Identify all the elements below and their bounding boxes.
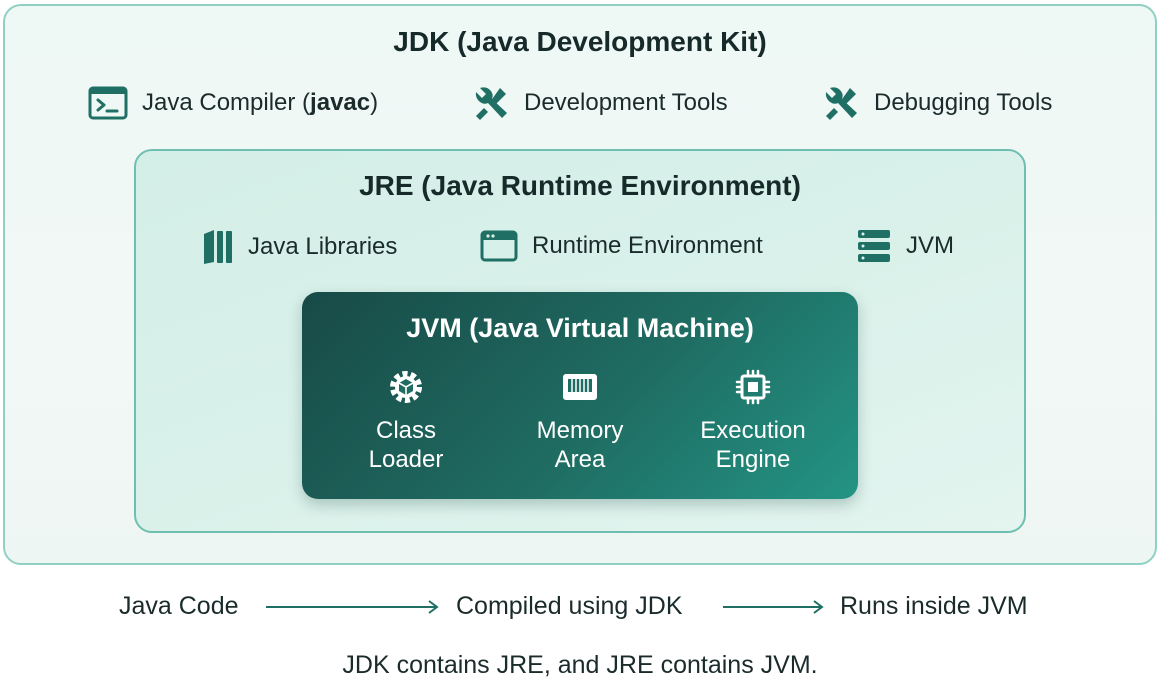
jvm-component-line1: Execution bbox=[700, 417, 806, 444]
jre-title: JRE (Java Runtime Environment) bbox=[359, 170, 801, 201]
books-icon bbox=[200, 228, 234, 266]
flow-step-compiled: Compiled using JDK bbox=[456, 592, 683, 620]
jre-item-label: Runtime Environment bbox=[532, 232, 763, 259]
jvm-component-line2: Engine bbox=[715, 446, 791, 473]
jre-item-label: JVM bbox=[906, 232, 954, 259]
chip-icon bbox=[734, 368, 772, 406]
jre-item-runtime-environment: Runtime Environment bbox=[480, 230, 763, 262]
jdk-item-label: Java Compiler (javac) bbox=[142, 89, 379, 116]
flow-step-runs-inside-jvm: Runs inside JVM bbox=[840, 592, 1028, 620]
tools-icon bbox=[472, 84, 510, 122]
jre-item-label: Java Libraries bbox=[248, 233, 398, 260]
memory-icon bbox=[561, 368, 599, 406]
tools-icon bbox=[822, 84, 860, 122]
cube-gear-icon bbox=[387, 368, 425, 406]
jdk-item-label: Development Tools bbox=[524, 89, 728, 116]
flow-step-java-code: Java Code bbox=[119, 592, 239, 620]
terminal-icon bbox=[88, 86, 128, 120]
jvm-component-line1: Class bbox=[375, 417, 436, 444]
jdk-item-java-compiler: Java Compiler (javac) bbox=[88, 86, 378, 120]
jdk-title: JDK (Java Development Kit) bbox=[393, 26, 767, 57]
server-icon bbox=[856, 228, 892, 264]
jvm-component-execution-engine: Execution Engine bbox=[673, 368, 833, 474]
jvm-component-class-loader: Class Loader bbox=[326, 368, 486, 474]
jvm-title: JVM (Java Virtual Machine) bbox=[406, 313, 754, 343]
flow-arrow bbox=[266, 600, 439, 614]
jdk-item-development-tools: Development Tools bbox=[472, 84, 728, 122]
jdk-item-label: Debugging Tools bbox=[874, 89, 1053, 116]
jre-item-jvm: JVM bbox=[856, 228, 954, 264]
jvm-component-line1: Memory bbox=[536, 417, 624, 444]
jvm-component-line2: Area bbox=[554, 446, 606, 473]
flow-arrow bbox=[723, 600, 824, 614]
jvm-component-line2: Loader bbox=[368, 446, 444, 473]
jre-item-java-libraries: Java Libraries bbox=[200, 228, 397, 266]
footer-caption: JDK contains JRE, and JRE contains JVM. bbox=[342, 651, 818, 679]
jdk-item-debugging-tools: Debugging Tools bbox=[822, 84, 1052, 122]
window-icon bbox=[480, 230, 518, 262]
jvm-component-memory-area: Memory Area bbox=[500, 368, 660, 474]
